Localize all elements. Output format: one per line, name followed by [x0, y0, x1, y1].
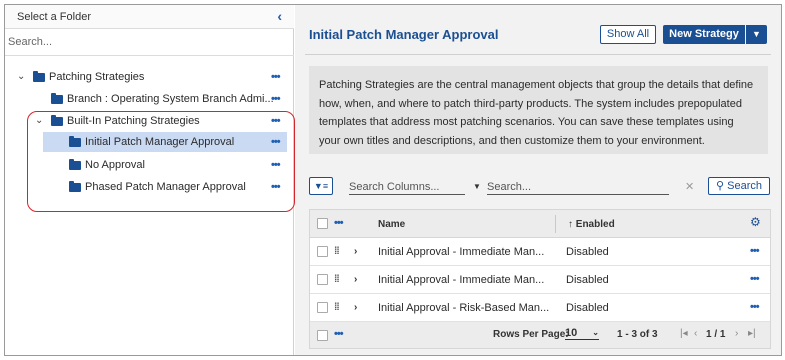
folder-panel: Select a Folder ‹ ⌄ Patching Strategies …: [5, 5, 295, 355]
rows-per-page-value: 10: [565, 327, 578, 339]
divider: [305, 54, 771, 55]
drag-handle-icon[interactable]: ⁞⁞: [334, 246, 340, 257]
column-separator[interactable]: [555, 215, 556, 233]
folder-panel-title: Select a Folder: [17, 11, 91, 23]
page-range: 1 - 3 of 3: [617, 329, 658, 340]
page-title: Initial Patch Manager Approval: [309, 27, 499, 42]
chevron-down-icon: ⌄: [592, 328, 599, 337]
main-panel: Initial Patch Manager Approval Show All …: [295, 5, 781, 355]
folder-search-input[interactable]: [5, 30, 275, 54]
description-panel: Patching Strategies are the central mana…: [309, 66, 768, 154]
search-columns-input[interactable]: [349, 179, 465, 195]
row-more-icon[interactable]: •••: [750, 301, 760, 313]
row-checkbox[interactable]: [317, 302, 328, 313]
caret-down-icon[interactable]: ▼: [473, 182, 481, 191]
app-window: Select a Folder ‹ ⌄ Patching Strategies …: [4, 4, 782, 356]
folder-icon: [51, 93, 63, 104]
rows-per-page-label: Rows Per Page:: [493, 329, 569, 340]
tree-item-patching-strategies[interactable]: ⌄ Patching Strategies •••: [5, 67, 293, 87]
clear-icon[interactable]: ✕: [685, 180, 694, 193]
footer-more-icon[interactable]: •••: [334, 328, 344, 340]
row-more-icon[interactable]: •••: [750, 245, 760, 257]
row-enabled: Disabled: [566, 246, 609, 258]
drag-handle-icon[interactable]: ⁞⁞: [334, 274, 340, 285]
first-page-icon[interactable]: |◂: [680, 328, 688, 339]
table-row[interactable]: ⁞⁞ › Initial Approval - Immediate Man...…: [310, 238, 770, 266]
gear-icon[interactable]: ⚙: [750, 215, 761, 229]
table-row[interactable]: ⁞⁞ › Initial Approval - Risk-Based Man..…: [310, 294, 770, 322]
filter-icon[interactable]: ▼≡: [309, 177, 333, 195]
row-checkbox[interactable]: [317, 246, 328, 257]
tree-item-label: Branch : Operating System Branch Admi...: [67, 93, 274, 105]
sort-ascending-icon: ↑: [568, 219, 573, 230]
chevron-right-icon[interactable]: ›: [354, 246, 357, 257]
column-header-enabled-label: Enabled: [575, 219, 615, 230]
description-text: Patching Strategies are the central mana…: [319, 79, 754, 147]
callout-outline: [27, 111, 295, 212]
folder-search: [5, 30, 294, 56]
row-checkbox[interactable]: [317, 274, 328, 285]
search-input[interactable]: [487, 179, 669, 195]
row-enabled: Disabled: [566, 274, 609, 286]
new-strategy-dropdown-icon[interactable]: ▼: [746, 25, 767, 44]
more-options-icon[interactable]: •••: [271, 67, 281, 87]
header-more-icon[interactable]: •••: [334, 217, 344, 229]
select-all-checkbox[interactable]: [317, 218, 328, 229]
column-header-enabled[interactable]: ↑ Enabled: [568, 219, 615, 230]
drag-handle-icon[interactable]: ⁞⁞: [334, 302, 340, 313]
collapse-panel-icon[interactable]: ‹: [277, 8, 282, 24]
show-all-button[interactable]: Show All: [600, 25, 656, 44]
prev-page-icon[interactable]: ‹: [694, 328, 697, 339]
next-page-icon[interactable]: ›: [735, 328, 738, 339]
strategies-grid: ••• Name ↑ Enabled ⚙ ⁞⁞ › Initial Approv…: [309, 209, 771, 349]
footer-checkbox[interactable]: [317, 330, 328, 341]
column-header-name[interactable]: Name: [378, 219, 405, 230]
search-button[interactable]: ⚲ Search: [708, 177, 770, 195]
more-options-icon[interactable]: •••: [271, 89, 281, 109]
search-button-label: Search: [727, 180, 762, 192]
chevron-right-icon[interactable]: ›: [354, 274, 357, 285]
search-icon: ⚲: [716, 180, 725, 192]
folder-icon: [33, 71, 45, 82]
grid-header: ••• Name ↑ Enabled ⚙: [310, 210, 770, 238]
grid-footer: ••• Rows Per Page: 10 ⌄ 1 - 3 of 3 |◂ ‹ 1…: [310, 322, 770, 348]
row-name[interactable]: Initial Approval - Immediate Man...: [378, 246, 544, 258]
chevron-down-icon[interactable]: ⌄: [17, 67, 25, 87]
row-name[interactable]: Initial Approval - Risk-Based Man...: [378, 302, 549, 314]
table-row[interactable]: ⁞⁞ › Initial Approval - Immediate Man...…: [310, 266, 770, 294]
rows-per-page-select[interactable]: 10 ⌄: [565, 327, 599, 340]
tree-item-branch[interactable]: Branch : Operating System Branch Admi...…: [5, 89, 293, 109]
page-indicator: 1 / 1: [706, 329, 726, 340]
row-name[interactable]: Initial Approval - Immediate Man...: [378, 274, 544, 286]
row-more-icon[interactable]: •••: [750, 273, 760, 285]
new-strategy-button[interactable]: New Strategy: [663, 25, 745, 44]
folder-panel-header: Select a Folder ‹: [5, 5, 294, 29]
last-page-icon[interactable]: ▸|: [748, 328, 756, 339]
chevron-right-icon[interactable]: ›: [354, 302, 357, 313]
tree-item-label: Patching Strategies: [49, 71, 145, 83]
row-enabled: Disabled: [566, 302, 609, 314]
